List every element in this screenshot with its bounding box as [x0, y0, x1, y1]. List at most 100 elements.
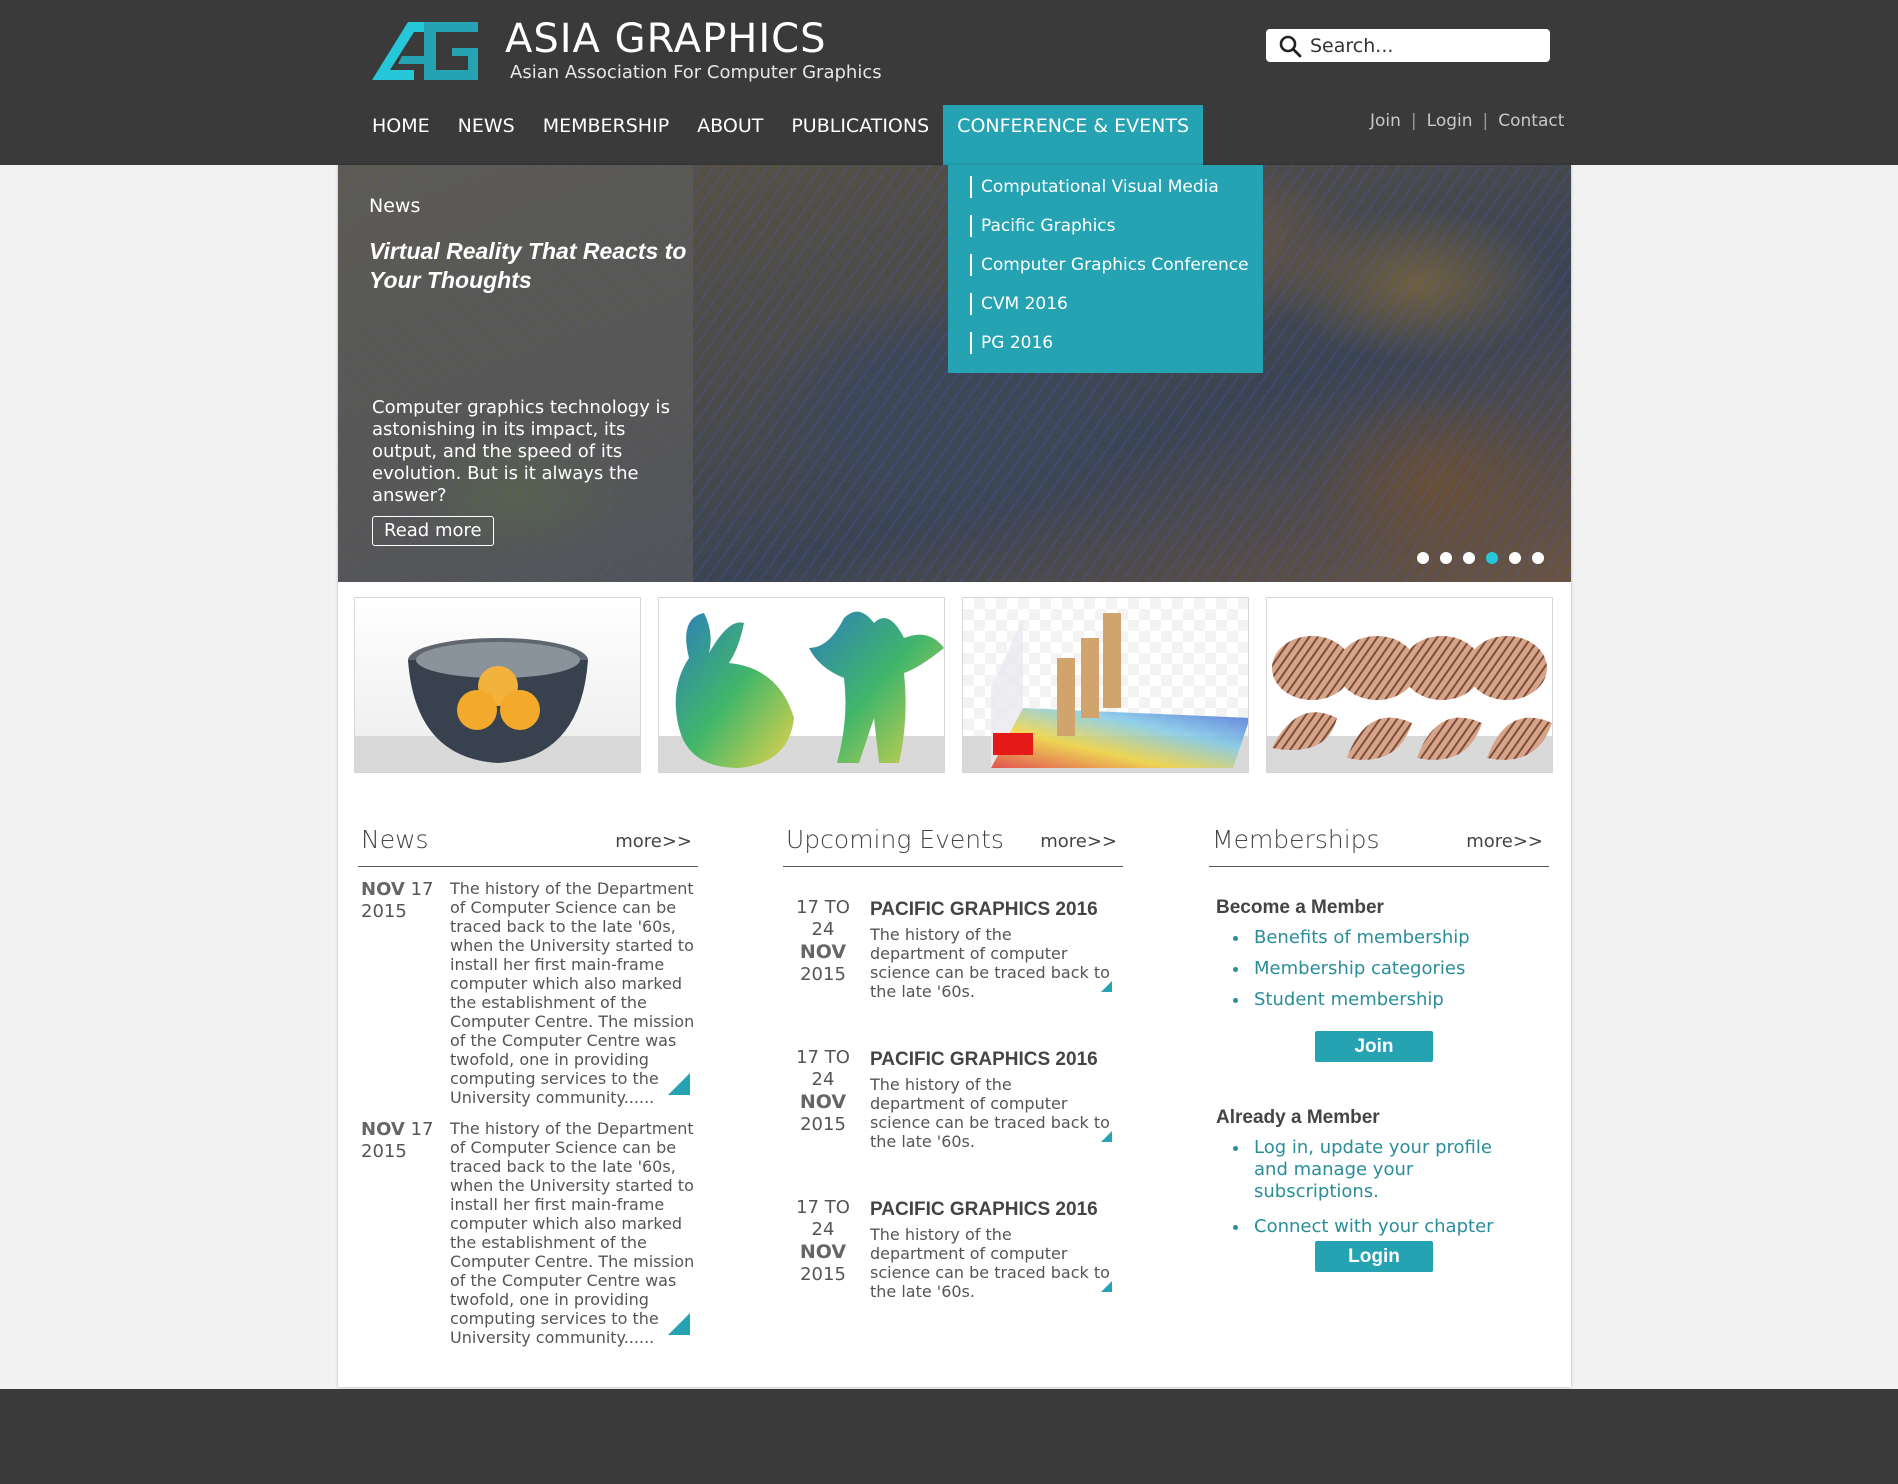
hero-text: Computer graphics technology is astonish… [372, 397, 670, 506]
nav-news[interactable]: NEWS [444, 105, 529, 165]
hero-title[interactable]: Virtual Reality That Reacts to Your Thou… [369, 237, 689, 295]
memberships-header: Memberships more>> [1209, 825, 1549, 867]
dropdown-item-cg-conference[interactable]: Computer Graphics Conference [970, 254, 1263, 276]
event-year: 2015 [800, 1264, 846, 1285]
nav-conference-events[interactable]: CONFERENCE & EVENTS [943, 105, 1204, 165]
event-end: 24 [811, 919, 835, 940]
benefits-link[interactable]: Benefits of membership [1231, 927, 1531, 949]
student-link[interactable]: Student membership [1231, 989, 1531, 1011]
categories-link[interactable]: Membership categories [1231, 958, 1531, 980]
memberships-title: Memberships [1212, 825, 1380, 854]
news-year: 2015 [361, 1141, 407, 1162]
events-title: Upcoming Events [786, 825, 1004, 854]
events-more-link[interactable]: more>> [1040, 831, 1117, 852]
main-nav: HOME NEWS MEMBERSHIP ABOUT PUBLICATIONS … [358, 105, 1204, 165]
event-date: 17 TO 24 NOV 2015 [783, 1197, 863, 1286]
thumbnail-meshes[interactable] [658, 597, 945, 773]
event-title[interactable]: PACIFIC GRAPHICS 2016 [870, 1049, 1098, 1071]
login-button[interactable]: Login [1315, 1241, 1433, 1272]
asia-graphics-logo-icon[interactable] [372, 20, 482, 82]
news-more-link[interactable]: more>> [615, 831, 692, 852]
separator: | [1410, 111, 1417, 131]
nav-publications[interactable]: PUBLICATIONS [777, 105, 943, 165]
hero-kicker: News [369, 195, 421, 217]
event-text: The history of the department of compute… [870, 925, 1110, 1001]
event-item[interactable]: 17 TO 24 NOV 2015 PACIFIC GRAPHICS 2016 … [783, 1167, 1123, 1317]
dropdown-item-pacific-graphics[interactable]: Pacific Graphics [970, 215, 1263, 237]
dropdown-item-pg-2016[interactable]: PG 2016 [970, 332, 1263, 354]
memberships-column: Memberships more>> Become a Member Benef… [1209, 825, 1549, 1345]
event-end: 24 [811, 1219, 835, 1240]
nav-membership[interactable]: MEMBERSHIP [529, 105, 683, 165]
brand-subtitle: Asian Association For Computer Graphics [510, 62, 882, 83]
event-year: 2015 [800, 1114, 846, 1135]
bowl-image [408, 638, 588, 763]
separator: | [1482, 111, 1489, 131]
slider-dot-active[interactable] [1486, 552, 1498, 564]
become-member-links: Benefits of membership Membership catego… [1231, 927, 1531, 1011]
event-month: NOV [799, 941, 847, 963]
event-title[interactable]: PACIFIC GRAPHICS 2016 [870, 1199, 1098, 1221]
event-range: 17 TO [796, 1197, 850, 1218]
news-text: The history of the Department of Compute… [450, 1119, 695, 1347]
site-header: ASIA GRAPHICS Asian Association For Comp… [0, 0, 1898, 165]
event-year: 2015 [800, 964, 846, 985]
already-member-heading: Already a Member [1216, 1107, 1380, 1128]
memberships-more-link[interactable]: more>> [1466, 831, 1543, 852]
news-date: NOV 17 2015 [361, 879, 441, 923]
event-month: NOV [799, 1091, 847, 1113]
thumbnail-bunnies[interactable] [1266, 597, 1553, 773]
news-month: NOV [361, 1119, 405, 1140]
news-text: The history of the Department of Compute… [450, 879, 695, 1107]
event-item[interactable]: 17 TO 24 NOV 2015 PACIFIC GRAPHICS 2016 … [783, 1017, 1123, 1167]
chapter-link[interactable]: Connect with your chapter [1231, 1216, 1531, 1238]
dropdown-item-cvm[interactable]: Computational Visual Media [970, 176, 1263, 198]
slider-dot[interactable] [1509, 552, 1521, 564]
thumbnail-strip [354, 597, 1553, 773]
slider-dot[interactable] [1463, 552, 1475, 564]
utility-links: Join | Login | Contact [1370, 111, 1564, 131]
search-icon[interactable] [1278, 34, 1302, 58]
already-member-links: Log in, update your profile and manage y… [1231, 1137, 1531, 1238]
search-input[interactable] [1310, 29, 1542, 62]
event-range: 17 TO [796, 897, 850, 918]
fluid-image [991, 613, 1248, 768]
events-header: Upcoming Events more>> [783, 825, 1123, 867]
thumbnail-fluid[interactable] [962, 597, 1249, 773]
search-box[interactable] [1266, 29, 1550, 62]
slider-dot[interactable] [1532, 552, 1544, 564]
profile-link[interactable]: Log in, update your profile and manage y… [1231, 1137, 1531, 1203]
dropdown-item-cvm-2016[interactable]: CVM 2016 [970, 293, 1263, 315]
news-month: NOV [361, 879, 405, 900]
nav-home[interactable]: HOME [358, 105, 444, 165]
read-more-button[interactable]: Read more [372, 516, 494, 546]
nav-about[interactable]: ABOUT [683, 105, 777, 165]
news-item[interactable]: NOV 17 2015 The history of the Departmen… [358, 867, 698, 1107]
join-button[interactable]: Join [1315, 1031, 1433, 1062]
event-text: The history of the department of compute… [870, 1075, 1110, 1151]
event-text: The history of the department of compute… [870, 1225, 1110, 1301]
news-item[interactable]: NOV 17 2015 The history of the Departmen… [358, 1107, 698, 1347]
contact-link[interactable]: Contact [1498, 111, 1564, 131]
event-range: 17 TO [796, 1047, 850, 1068]
brand-title[interactable]: ASIA GRAPHICS [505, 16, 826, 62]
news-title: News [361, 825, 429, 854]
slider-dots [1417, 552, 1544, 564]
event-end: 24 [811, 1069, 835, 1090]
slider-dot[interactable] [1440, 552, 1452, 564]
meshes-image [675, 611, 944, 768]
bunnies-image [1272, 636, 1552, 760]
news-header: News more>> [358, 825, 698, 867]
slider-dot[interactable] [1417, 552, 1429, 564]
event-title[interactable]: PACIFIC GRAPHICS 2016 [870, 899, 1098, 921]
conference-dropdown: Computational Visual Media Pacific Graph… [948, 165, 1263, 373]
login-link[interactable]: Login [1427, 111, 1473, 131]
event-item[interactable]: 17 TO 24 NOV 2015 PACIFIC GRAPHICS 2016 … [783, 867, 1123, 1017]
site-footer [0, 1389, 1898, 1484]
join-link[interactable]: Join [1370, 111, 1401, 131]
news-date: NOV 17 2015 [361, 1119, 441, 1163]
event-date: 17 TO 24 NOV 2015 [783, 897, 863, 986]
news-year: 2015 [361, 901, 407, 922]
event-month: NOV [799, 1241, 847, 1263]
thumbnail-bowl[interactable] [354, 597, 641, 773]
